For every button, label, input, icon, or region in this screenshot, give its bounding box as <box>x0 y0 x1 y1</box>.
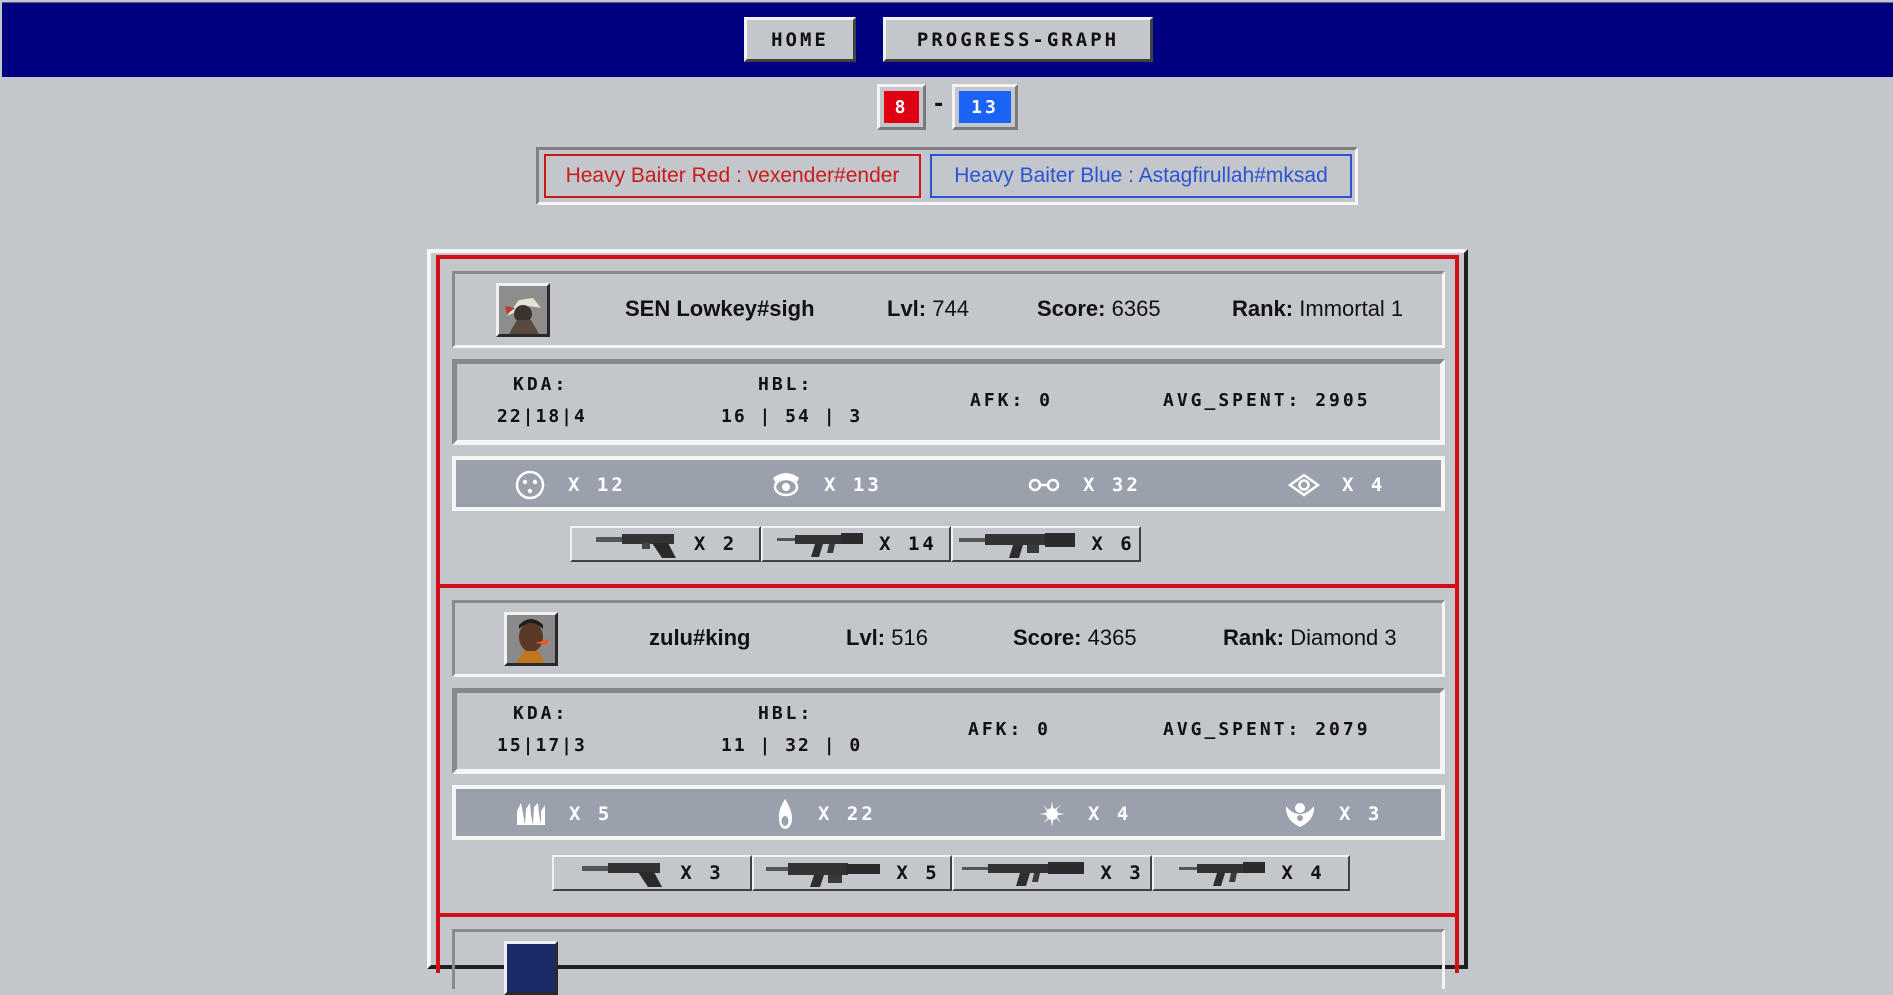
afk-count: AFK: 0 <box>970 390 1054 411</box>
player-card: zulu#king Lvl: 516 Score: 4365 Rank: Dia… <box>436 584 1459 917</box>
weapon-item: X 3 <box>952 855 1152 891</box>
player-info-row <box>452 929 1445 995</box>
player-info-row: SEN Lowkey#sigh Lvl: 744 Score: 6365 Ran… <box>452 271 1445 348</box>
hbl-label: HBL: <box>758 374 814 395</box>
home-button[interactable]: HOME <box>744 17 856 62</box>
player-level: Lvl: 516 <box>846 625 928 650</box>
ability-item: X 5 <box>515 800 612 828</box>
player-card <box>436 913 1459 995</box>
ability-item: X 3 <box>1283 800 1382 828</box>
red-score-value: 8 <box>884 91 919 123</box>
afk-count: AFK: 0 <box>968 719 1052 740</box>
pistol-icon <box>582 863 663 887</box>
ability-vision-icon <box>1288 473 1320 497</box>
avg-spent: AVG_SPENT: 2079 <box>1163 719 1371 740</box>
hbl-label: HBL: <box>758 703 814 724</box>
weapon-item: X 5 <box>752 855 952 891</box>
player-rank: Rank: Immortal 1 <box>1232 296 1404 321</box>
weapon-usage-row: X 3 X 5 X 3 X 4 <box>552 855 1350 891</box>
heavy-baiter-blue: Heavy Baiter Blue : Astagfirullah#mksad <box>930 154 1352 198</box>
blue-score-value: 13 <box>959 91 1011 123</box>
weapon-item: X 4 <box>1152 855 1350 891</box>
kda-label: KDA: <box>513 374 569 395</box>
kda-value: 22|18|4 <box>497 406 587 427</box>
avatar <box>504 612 558 666</box>
ability-item: X 4 <box>1288 471 1385 499</box>
smg-icon <box>766 863 881 887</box>
top-nav-bar: HOME PROGRESS-GRAPH <box>2 2 1893 77</box>
kda-value: 15|17|3 <box>497 735 587 756</box>
rifle-icon <box>1179 862 1266 886</box>
ability-item: X 4 <box>1038 800 1131 828</box>
ability-flash-icon <box>1039 801 1065 827</box>
player-stats-row: KDA: 22|18|4 HBL: 16 | 54 | 3 AFK: 0 AVG… <box>452 359 1445 445</box>
ability-face-icon <box>515 470 545 500</box>
red-team-score: 8 <box>877 84 926 130</box>
hbl-value: 11 | 32 | 0 <box>721 735 863 756</box>
player-name: SEN Lowkey#sigh <box>625 296 815 321</box>
rifle-icon <box>777 533 864 557</box>
ability-heal-icon <box>1285 803 1315 827</box>
rifle-icon <box>962 862 1085 886</box>
ability-usage-row: X 12 X 13 X 32 X 4 <box>452 456 1445 511</box>
player-stats-row: KDA: 15|17|3 HBL: 11 | 32 | 0 AFK: 0 AVG… <box>452 688 1445 774</box>
red-team-panel: SEN Lowkey#sigh Lvl: 744 Score: 6365 Ran… <box>427 249 1468 995</box>
heavy-baiter-red: Heavy Baiter Red : vexender#ender <box>544 154 921 198</box>
ability-usage-row: X 5 X 22 X 4 X 3 <box>452 785 1445 840</box>
player-score: Score: 4365 <box>1013 625 1137 650</box>
progress-graph-button[interactable]: PROGRESS-GRAPH <box>883 17 1153 62</box>
weapon-item: X 2 <box>570 526 761 562</box>
ability-eye-icon <box>773 473 799 497</box>
avatar <box>504 941 558 995</box>
weapon-item: X 6 <box>951 526 1141 562</box>
ability-item: X 12 <box>514 470 626 500</box>
avg-spent: AVG_SPENT: 2905 <box>1163 390 1371 411</box>
blue-team-score: 13 <box>952 84 1018 130</box>
player-info-row: zulu#king Lvl: 516 Score: 4365 Rank: Dia… <box>452 600 1445 677</box>
ability-item: X 13 <box>770 471 882 499</box>
weapon-usage-row: X 2 X 14 X 6 <box>570 526 1141 562</box>
player-level: Lvl: 744 <box>887 296 969 321</box>
score-separator: - <box>932 92 949 117</box>
ability-wall-icon <box>517 803 545 825</box>
ability-item: X 22 <box>774 799 876 829</box>
ability-link-icon <box>1028 478 1060 492</box>
weapon-item: X 14 <box>761 526 951 562</box>
ability-item: X 32 <box>1027 471 1141 499</box>
kda-label: KDA: <box>513 703 569 724</box>
player-name: zulu#king <box>649 625 751 650</box>
heavy-baiters-panel: Heavy Baiter Red : vexender#ender Heavy … <box>536 147 1358 205</box>
player-rank: Rank: Diamond 3 <box>1223 625 1397 650</box>
weapon-item: X 3 <box>552 855 752 891</box>
player-score: Score: 6365 <box>1037 296 1161 321</box>
pistol-icon <box>595 534 676 558</box>
hbl-value: 16 | 54 | 3 <box>721 406 863 427</box>
player-card: SEN Lowkey#sigh Lvl: 744 Score: 6365 Ran… <box>436 255 1459 588</box>
heavy-rifle-icon <box>959 533 1076 558</box>
ability-flame-icon <box>778 799 792 829</box>
avatar <box>496 283 550 337</box>
